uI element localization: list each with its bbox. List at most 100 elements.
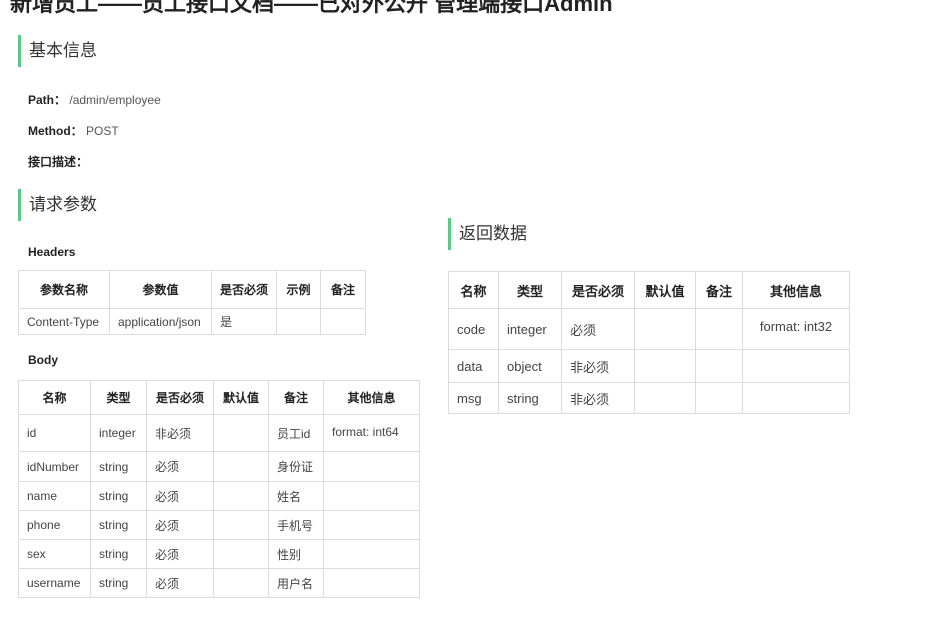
- table-cell: [634, 349, 696, 383]
- path-row: Path： /admin/employee: [28, 91, 161, 108]
- table-row: data object 非必须: [448, 349, 850, 383]
- table-cell: [695, 349, 743, 383]
- section-request-title: 请求参数: [18, 189, 97, 221]
- response-col: 备注: [695, 271, 743, 309]
- table-cell: 员工id: [268, 414, 324, 452]
- headers-col: 是否必须: [211, 270, 277, 309]
- table-cell: 必须: [146, 481, 214, 511]
- table-cell: string: [90, 481, 147, 511]
- table-row: username string 必须 用户名: [18, 568, 420, 598]
- headers-header-row: 参数名称 参数值 是否必须 示例 备注: [18, 270, 366, 309]
- table-cell: sex: [18, 539, 91, 569]
- table-cell: string: [90, 510, 147, 540]
- body-col: 其他信息: [323, 380, 420, 415]
- table-row: Content-Type application/json 是: [18, 308, 366, 335]
- table-cell: data: [448, 349, 499, 383]
- method-label: Method：: [28, 124, 83, 138]
- response-table: 名称 类型 是否必须 默认值 备注 其他信息 code integer 必须 f…: [448, 271, 850, 414]
- table-cell: 身份证: [268, 451, 324, 482]
- table-row: idNumber string 必须 身份证: [18, 451, 420, 482]
- table-cell: [742, 349, 850, 383]
- table-cell: Content-Type: [18, 308, 110, 335]
- table-cell: format: int32: [742, 308, 850, 350]
- table-cell: 必须: [146, 539, 214, 569]
- table-cell: string: [90, 539, 147, 569]
- table-cell: format: int64: [323, 414, 420, 452]
- method-row: Method： POST: [28, 122, 119, 139]
- table-cell: [695, 308, 743, 350]
- table-cell: [323, 539, 420, 569]
- table-cell: 必须: [561, 308, 635, 350]
- table-cell: name: [18, 481, 91, 511]
- table-cell: [213, 481, 269, 511]
- table-cell: application/json: [109, 308, 212, 335]
- headers-col: 示例: [276, 270, 321, 309]
- table-cell: username: [18, 568, 91, 598]
- path-value: /admin/employee: [69, 93, 161, 107]
- table-cell: integer: [498, 308, 562, 350]
- table-cell: msg: [448, 382, 499, 414]
- table-cell: 是: [211, 308, 277, 335]
- table-row: msg string 非必须: [448, 382, 850, 414]
- table-row: id integer 非必须 员工id format: int64: [18, 414, 420, 452]
- table-cell: phone: [18, 510, 91, 540]
- table-cell: code: [448, 308, 499, 350]
- table-cell: [320, 308, 366, 335]
- body-label: Body: [28, 353, 58, 367]
- body-header-row: 名称 类型 是否必须 默认值 备注 其他信息: [18, 380, 420, 415]
- headers-col: 备注: [320, 270, 366, 309]
- table-cell: string: [90, 451, 147, 482]
- desc-label: 接口描述：: [28, 155, 89, 169]
- path-label: Path：: [28, 93, 67, 107]
- table-cell: 必须: [146, 510, 214, 540]
- table-cell: 必须: [146, 451, 214, 482]
- body-col: 类型: [90, 380, 147, 415]
- response-col: 默认值: [634, 271, 696, 309]
- body-col: 默认值: [213, 380, 269, 415]
- response-col: 其他信息: [742, 271, 850, 309]
- table-cell: [634, 308, 696, 350]
- method-value: POST: [86, 124, 119, 138]
- table-cell: 手机号: [268, 510, 324, 540]
- page-top-title: 新增员工——员工接口文档——已对外公开 管理端接口Admin: [10, 0, 613, 16]
- table-cell: 性别: [268, 539, 324, 569]
- headers-label: Headers: [28, 245, 76, 259]
- table-cell: 用户名: [268, 568, 324, 598]
- body-table: 名称 类型 是否必须 默认值 备注 其他信息 id integer 非必须 员工…: [18, 380, 420, 598]
- table-cell: [323, 510, 420, 540]
- response-col: 类型: [498, 271, 562, 309]
- table-row: sex string 必须 性别: [18, 539, 420, 569]
- body-col: 备注: [268, 380, 324, 415]
- response-header-row: 名称 类型 是否必须 默认值 备注 其他信息: [448, 271, 850, 309]
- table-cell: 必须: [146, 568, 214, 598]
- table-row: code integer 必须 format: int32: [448, 308, 850, 350]
- table-cell: [323, 451, 420, 482]
- body-col: 是否必须: [146, 380, 214, 415]
- table-row: name string 必须 姓名: [18, 481, 420, 511]
- table-row: phone string 必须 手机号: [18, 510, 420, 540]
- table-cell: [213, 539, 269, 569]
- table-cell: [695, 382, 743, 414]
- table-cell: [323, 481, 420, 511]
- table-cell: integer: [90, 414, 147, 452]
- headers-table: 参数名称 参数值 是否必须 示例 备注 Content-Type applica…: [18, 270, 366, 335]
- table-cell: id: [18, 414, 91, 452]
- table-cell: object: [498, 349, 562, 383]
- response-col: 是否必须: [561, 271, 635, 309]
- table-cell: 姓名: [268, 481, 324, 511]
- section-response-title: 返回数据: [448, 218, 527, 250]
- table-cell: string: [90, 568, 147, 598]
- body-col: 名称: [18, 380, 91, 415]
- table-cell: 非必须: [146, 414, 214, 452]
- table-cell: 非必须: [561, 349, 635, 383]
- table-cell: [213, 510, 269, 540]
- section-basic-info-title: 基本信息: [18, 35, 97, 67]
- desc-row: 接口描述：: [28, 153, 88, 170]
- table-cell: 非必须: [561, 382, 635, 414]
- table-cell: [213, 414, 269, 452]
- headers-col: 参数值: [109, 270, 212, 309]
- table-cell: [213, 451, 269, 482]
- table-cell: [213, 568, 269, 598]
- headers-col: 参数名称: [18, 270, 110, 309]
- table-cell: [742, 382, 850, 414]
